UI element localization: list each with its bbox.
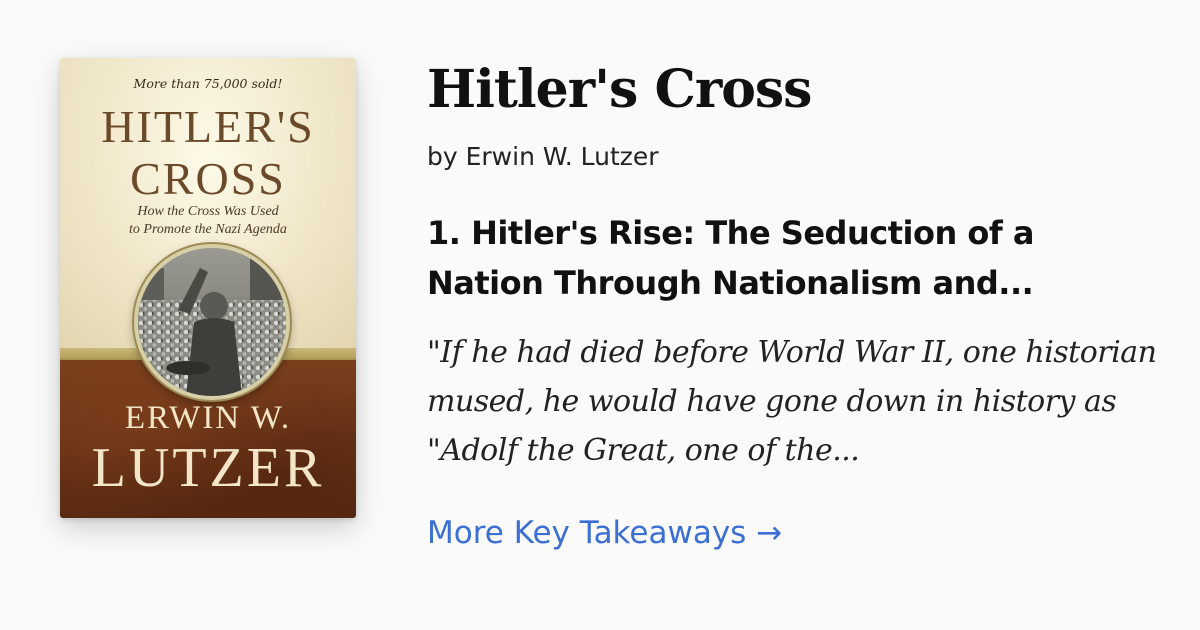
book-summary-card: More than 75,000 sold! HITLER'S CROSS Ho… [0, 0, 1200, 630]
cover-photo-medallion [134, 244, 290, 400]
more-key-takeaways-link[interactable]: More Key Takeaways → [427, 515, 782, 551]
book-cover[interactable]: More than 75,000 sold! HITLER'S CROSS Ho… [60, 58, 356, 518]
takeaway-quote: "If he had died before World War II, one… [427, 335, 1157, 468]
crowd-photo-illustration [138, 248, 286, 396]
cover-subtitle-line-2: to Promote the Nazi Agenda [129, 222, 287, 237]
cover-title-line-1: HITLER'S [101, 101, 315, 152]
cover-author-line-2: LUTZER [91, 437, 325, 499]
book-title: Hitler's Cross [427, 59, 812, 120]
cover-author-line-1: ERWIN W. [124, 400, 292, 436]
cover-subtitle-line-1: How the Cross Was Used [137, 204, 279, 219]
takeaway-heading: 1. Hitler's Rise: The Seduction of a Nat… [427, 214, 1035, 302]
cover-tagline: More than 75,000 sold! [133, 76, 283, 91]
author-byline: by Erwin W. Lutzer [427, 142, 659, 171]
cover-title-line-2: CROSS [130, 153, 286, 204]
